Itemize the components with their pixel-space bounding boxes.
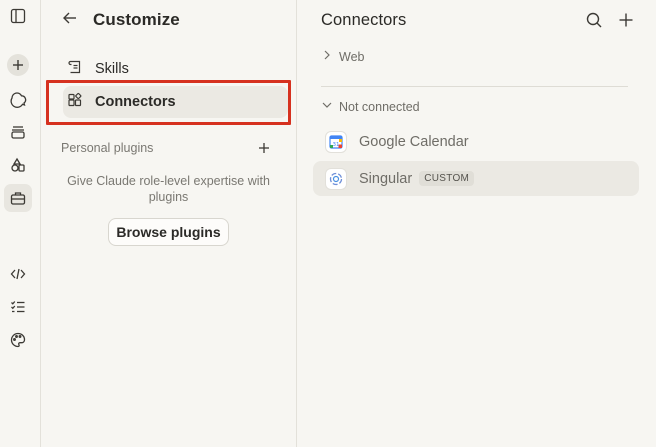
svg-text:31: 31	[333, 142, 340, 148]
connector-google-calendar[interactable]: 31 Google Calendar	[313, 124, 639, 159]
sidebar-toggle-icon[interactable]	[7, 5, 29, 27]
nav-item-skills[interactable]: Skills	[63, 53, 288, 85]
palette-icon[interactable]	[7, 329, 29, 351]
skills-icon	[67, 59, 83, 79]
chevron-down-icon	[321, 99, 333, 114]
nav-item-label: Connectors	[95, 94, 176, 110]
group-not-connected[interactable]: Not connected	[321, 99, 420, 114]
tasks-icon[interactable]	[7, 296, 29, 318]
google-calendar-icon: 31	[325, 130, 347, 153]
new-chat-icon[interactable]	[7, 54, 29, 76]
connectors-icon	[67, 92, 83, 112]
code-icon[interactable]	[7, 263, 29, 285]
back-arrow-icon[interactable]	[61, 9, 79, 32]
chevron-right-icon	[321, 49, 333, 64]
nav-item-label: Skills	[95, 61, 129, 77]
connector-name: Google Calendar	[359, 133, 469, 150]
connectors-panel: Connectors Web Not connected 31 Google C…	[297, 0, 656, 447]
group-label: Not connected	[339, 99, 420, 114]
customize-icon[interactable]	[4, 184, 32, 212]
divider	[321, 86, 628, 87]
add-plugin-icon[interactable]	[256, 140, 272, 156]
projects-icon[interactable]	[7, 121, 29, 143]
page-title: Customize	[93, 10, 180, 29]
connector-name: Singular	[359, 170, 413, 187]
customize-header: Customize	[61, 9, 180, 31]
group-label: Web	[339, 49, 365, 64]
add-connector-icon[interactable]	[617, 11, 637, 31]
search-icon[interactable]	[585, 11, 605, 31]
connectors-title: Connectors	[321, 11, 407, 29]
chats-icon[interactable]	[7, 88, 29, 110]
personal-plugins-label: Personal plugins	[61, 141, 154, 155]
plugins-empty-text: Give Claude role-level expertise with pl…	[67, 174, 270, 204]
customize-panel: Customize Skills Connectors Personal plu…	[41, 0, 297, 447]
icon-rail	[0, 0, 41, 447]
artifacts-icon[interactable]	[7, 154, 29, 176]
nav-item-connectors[interactable]: Connectors	[63, 86, 288, 118]
group-web[interactable]: Web	[321, 49, 364, 64]
singular-icon	[325, 167, 347, 190]
browse-plugins-button[interactable]: Browse plugins	[108, 218, 229, 246]
custom-badge: CUSTOM	[419, 171, 475, 186]
connector-singular[interactable]: Singular CUSTOM	[313, 161, 639, 196]
